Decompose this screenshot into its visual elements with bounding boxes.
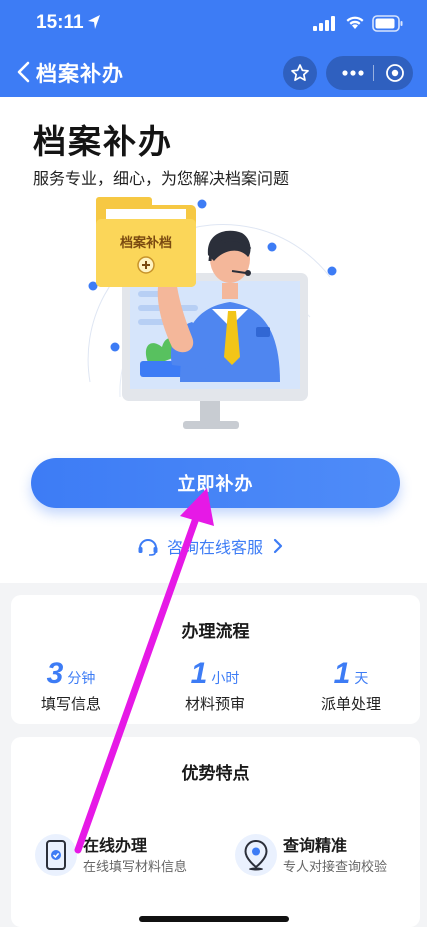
- wifi-icon: [346, 16, 364, 29]
- phone-check-icon: [35, 834, 77, 876]
- folder-label: 档案补档: [120, 235, 172, 251]
- step-number: 1: [190, 657, 208, 690]
- chevron-right-icon: [273, 538, 283, 554]
- apply-now-button[interactable]: 立即补办: [31, 458, 400, 508]
- customer-service-illustration: 档案补档: [87, 197, 337, 429]
- signal-icon: [313, 16, 335, 31]
- header: 15:11 档案补办: [0, 0, 427, 97]
- close-button[interactable]: [378, 56, 412, 90]
- capsule-divider: [373, 65, 374, 81]
- more-button[interactable]: [336, 56, 370, 90]
- process-title: 办理流程: [181, 622, 250, 642]
- page-title: 档案补办: [33, 122, 173, 161]
- process-card: 办理流程 3 分钟 填写信息 1 小时 材料预审 1天 派单处理: [11, 595, 420, 724]
- consult-service-link[interactable]: 咨询在线客服: [137, 533, 283, 559]
- step-unit: 分钟: [67, 671, 96, 687]
- advantages-title: 优势特点: [181, 764, 250, 784]
- page-subtitle: 服务专业，细心，为您解决档案问题: [33, 169, 290, 188]
- step-unit: 天: [354, 671, 369, 687]
- star-icon: [291, 64, 309, 82]
- step-label: 填写信息: [40, 695, 101, 713]
- hero-section: 档案补办 服务专业，细心，为您解决档案问题 档案补档 立即补办 咨询在线客服: [0, 97, 427, 583]
- consult-label: 咨询在线客服: [167, 538, 264, 557]
- feature-desc: 专人对接查询校验: [283, 860, 388, 875]
- advantages-card: 优势特点 在线办理 在线填写材料信息 查询精准 专人对接查询校验: [11, 737, 420, 927]
- battery-icon: [372, 15, 403, 32]
- nav-bar: 档案补办: [0, 48, 427, 97]
- nav-title: 档案补办: [36, 62, 124, 86]
- home-indicator: [139, 916, 289, 922]
- feature-desc: 在线填写材料信息: [83, 860, 188, 875]
- feature-title: 查询精准: [283, 836, 348, 855]
- target-circle-icon: [386, 64, 404, 82]
- process-step-dispatch: 1天 派单处理: [291, 657, 411, 714]
- step-number: 1: [333, 657, 351, 690]
- location-pin-icon: [235, 834, 277, 876]
- step-unit: 小时: [211, 671, 240, 687]
- feature-title: 在线办理: [83, 836, 148, 855]
- process-step-pre-review: 1 小时 材料预审: [155, 657, 275, 714]
- mini-program-capsule: [326, 56, 413, 90]
- step-number: 3: [46, 657, 64, 690]
- step-label: 派单处理: [320, 695, 381, 713]
- step-label: 材料预审: [184, 695, 245, 713]
- more-dots-icon: [342, 70, 364, 76]
- process-step-fill-info: 3 分钟 填写信息: [11, 657, 131, 714]
- location-arrow-icon: [88, 15, 100, 29]
- status-bar: 15:11: [0, 0, 427, 48]
- favorite-button[interactable]: [283, 56, 317, 90]
- headset-icon: [138, 539, 158, 556]
- back-chevron-icon[interactable]: [14, 60, 32, 84]
- status-time: 15:11: [36, 12, 84, 33]
